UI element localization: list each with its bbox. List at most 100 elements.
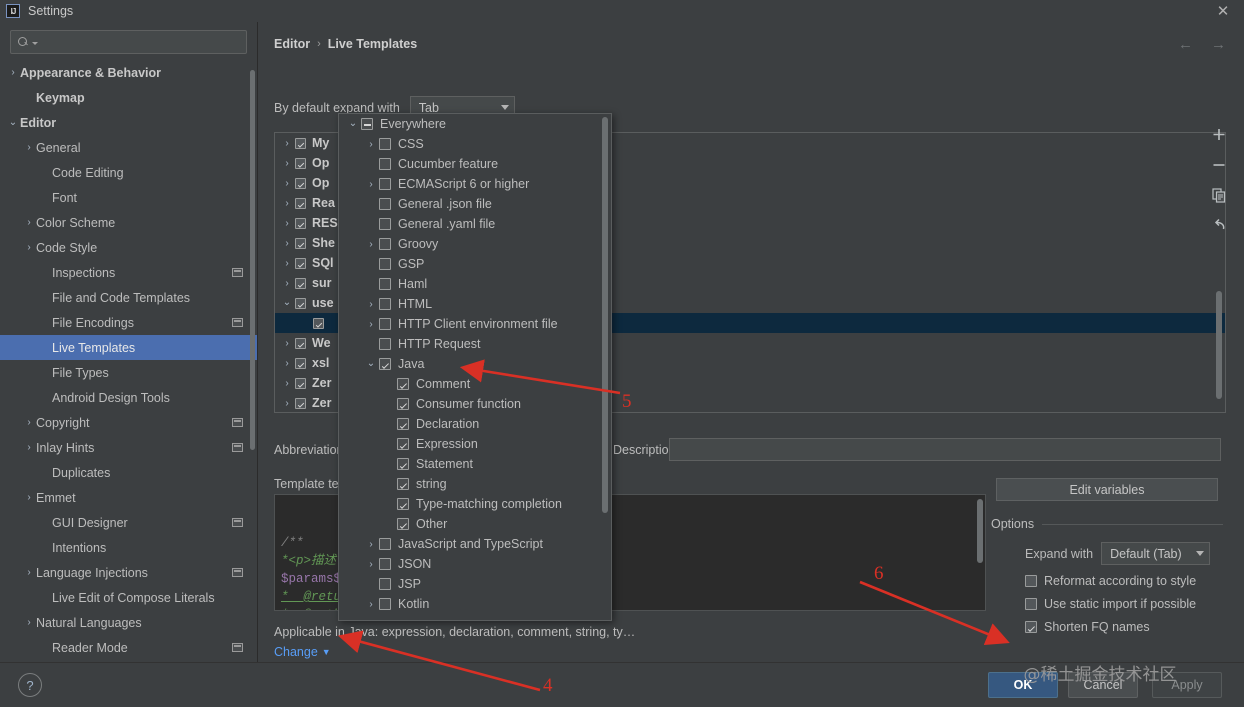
popup-scrollbar[interactable]: [602, 117, 608, 513]
chevron-right-icon[interactable]: ›: [279, 338, 295, 349]
chevron-right-icon[interactable]: ›: [22, 217, 36, 228]
chevron-right-icon[interactable]: ›: [279, 138, 295, 149]
template-group-checkbox[interactable]: [295, 337, 306, 349]
popup-item-checkbox[interactable]: [379, 298, 391, 310]
sidebar-scrollbar[interactable]: [250, 70, 255, 450]
chevron-right-icon[interactable]: ›: [363, 179, 379, 190]
popup-item-checkbox[interactable]: [397, 458, 409, 470]
change-context-link[interactable]: Change ▼: [274, 645, 331, 659]
template-group-checkbox[interactable]: [295, 217, 306, 229]
sidebar-item-font[interactable]: Font: [0, 185, 257, 210]
popup-item-checkbox[interactable]: [379, 258, 391, 270]
popup-item-cucumber-feature[interactable]: Cucumber feature: [339, 154, 611, 174]
chevron-right-icon[interactable]: ›: [363, 139, 379, 150]
popup-item-checkbox[interactable]: [379, 278, 391, 290]
popup-item-html[interactable]: › HTML: [339, 294, 611, 314]
template-group-checkbox[interactable]: [295, 157, 306, 169]
sidebar-item-appearance-behavior[interactable]: › Appearance & Behavior: [0, 60, 257, 85]
template-group-checkbox[interactable]: [295, 397, 306, 409]
chevron-right-icon[interactable]: ›: [279, 378, 295, 389]
chevron-right-icon[interactable]: ›: [279, 278, 295, 289]
popup-item-checkbox[interactable]: [361, 118, 373, 130]
chevron-right-icon[interactable]: ›: [363, 319, 379, 330]
popup-item-checkbox[interactable]: [379, 598, 391, 610]
chevron-right-icon[interactable]: ›: [363, 239, 379, 250]
popup-item-java[interactable]: ⌄ Java: [339, 354, 611, 374]
popup-item-kotlin[interactable]: › Kotlin: [339, 594, 611, 614]
sidebar-item-general[interactable]: › General: [0, 135, 257, 160]
chevron-right-icon[interactable]: ›: [363, 299, 379, 310]
chevron-right-icon[interactable]: ›: [22, 617, 36, 628]
chevron-right-icon[interactable]: ›: [279, 178, 295, 189]
option-checkbox-shorten-fq-names[interactable]: Shorten FQ names: [1025, 620, 1223, 634]
template-group-checkbox[interactable]: [295, 197, 306, 209]
popup-item-checkbox[interactable]: [397, 418, 409, 430]
sidebar-item-code-editing[interactable]: Code Editing: [0, 160, 257, 185]
search-input[interactable]: [10, 30, 247, 54]
chevron-right-icon[interactable]: ›: [279, 238, 295, 249]
popup-item-checkbox[interactable]: [397, 478, 409, 490]
chevron-right-icon[interactable]: ›: [363, 599, 379, 610]
sidebar-item-code-style[interactable]: › Code Style: [0, 235, 257, 260]
popup-item-expression[interactable]: Expression: [339, 434, 611, 454]
sidebar-item-inspections[interactable]: Inspections: [0, 260, 257, 285]
popup-item-checkbox[interactable]: [379, 558, 391, 570]
popup-item-checkbox[interactable]: [379, 578, 391, 590]
description-input[interactable]: [669, 438, 1221, 461]
chevron-down-icon[interactable]: ⌄: [345, 119, 361, 129]
template-group-checkbox[interactable]: [295, 277, 306, 289]
popup-item-json[interactable]: › JSON: [339, 554, 611, 574]
chevron-right-icon[interactable]: ›: [279, 218, 295, 229]
popup-item-checkbox[interactable]: [397, 398, 409, 410]
template-group-checkbox[interactable]: [313, 317, 324, 329]
popup-item-jsp[interactable]: JSP: [339, 574, 611, 594]
popup-item-css[interactable]: › CSS: [339, 134, 611, 154]
popup-item-consumer-function[interactable]: Consumer function: [339, 394, 611, 414]
chevron-right-icon[interactable]: ›: [22, 417, 36, 428]
add-icon[interactable]: [1211, 127, 1227, 143]
context-language-popup[interactable]: ⌄ Everywhere › CSS Cucumber feature › ECMAScri…: [338, 113, 612, 621]
template-group-checkbox[interactable]: [295, 237, 306, 249]
popup-item-checkbox[interactable]: [379, 198, 391, 210]
chevron-right-icon[interactable]: ›: [22, 142, 36, 153]
sidebar-item-gui-designer[interactable]: GUI Designer: [0, 510, 257, 535]
popup-item-checkbox[interactable]: [379, 238, 391, 250]
popup-item-declaration[interactable]: Declaration: [339, 414, 611, 434]
popup-item-comment[interactable]: Comment: [339, 374, 611, 394]
popup-item-ecmascript-6-or-higher[interactable]: › ECMAScript 6 or higher: [339, 174, 611, 194]
sidebar-item-duplicates[interactable]: Duplicates: [0, 460, 257, 485]
checkbox-box[interactable]: [1025, 598, 1037, 610]
popup-item-checkbox[interactable]: [379, 338, 391, 350]
popup-item-checkbox[interactable]: [379, 218, 391, 230]
sidebar-item-keymap[interactable]: Keymap: [0, 85, 257, 110]
breadcrumb-parent[interactable]: Editor: [274, 37, 310, 51]
chevron-right-icon[interactable]: ›: [279, 258, 295, 269]
template-group-checkbox[interactable]: [295, 377, 306, 389]
sidebar-item-language-injections[interactable]: › Language Injections: [0, 560, 257, 585]
popup-item-checkbox[interactable]: [379, 138, 391, 150]
arrow-left-icon[interactable]: ←: [1178, 36, 1193, 53]
chevron-right-icon[interactable]: ›: [279, 158, 295, 169]
chevron-right-icon[interactable]: ›: [6, 67, 20, 78]
sidebar-item-file-and-code-templates[interactable]: File and Code Templates: [0, 285, 257, 310]
edit-variables-button[interactable]: Edit variables: [996, 478, 1218, 501]
templates-list-scrollbar[interactable]: [1216, 291, 1222, 399]
chevron-down-icon[interactable]: ⌄: [279, 298, 295, 308]
popup-item-general-json-file[interactable]: General .json file: [339, 194, 611, 214]
sidebar-item-reader-mode[interactable]: Reader Mode: [0, 635, 257, 660]
popup-item-statement[interactable]: Statement: [339, 454, 611, 474]
sidebar-item-live-edit-of-compose-literals[interactable]: Live Edit of Compose Literals: [0, 585, 257, 610]
popup-item-checkbox[interactable]: [397, 498, 409, 510]
popup-item-groovy[interactable]: › Groovy: [339, 234, 611, 254]
popup-item-string[interactable]: string: [339, 474, 611, 494]
popup-item-checkbox[interactable]: [379, 358, 391, 370]
template-group-checkbox[interactable]: [295, 297, 306, 309]
chevron-right-icon[interactable]: ›: [22, 567, 36, 578]
chevron-right-icon[interactable]: ›: [279, 358, 295, 369]
sidebar-item-intentions[interactable]: Intentions: [0, 535, 257, 560]
revert-icon[interactable]: [1211, 217, 1227, 233]
template-group-checkbox[interactable]: [295, 137, 306, 149]
help-button[interactable]: ?: [18, 673, 42, 697]
expand-with-select[interactable]: Default (Tab): [1101, 542, 1210, 565]
close-icon[interactable]: ✕: [1214, 2, 1232, 20]
